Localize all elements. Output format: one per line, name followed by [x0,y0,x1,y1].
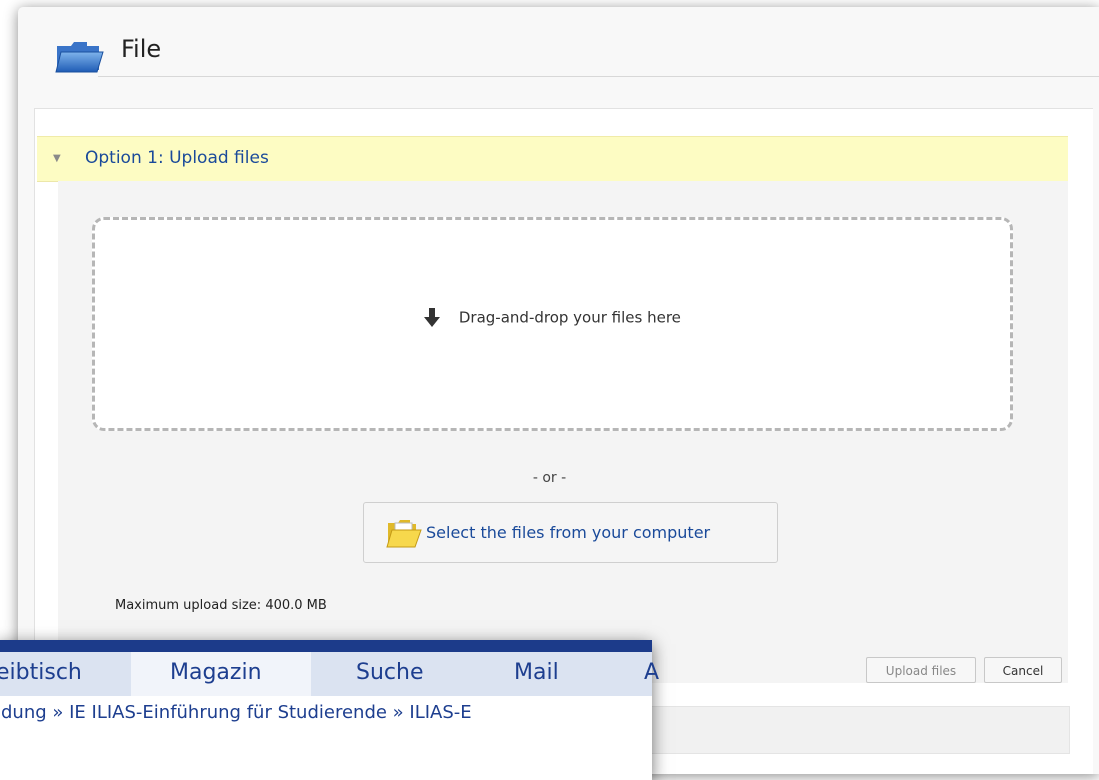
page-title: File [121,35,162,63]
download-arrow-icon [424,308,441,327]
breadcrumb[interactable]: ldung » IE ILIAS-Einführung für Studiere… [0,702,472,723]
open-folder-icon [386,520,422,548]
nav-item-mail[interactable]: Mail [514,660,559,685]
nav-item-partial[interactable]: A [644,660,659,685]
cancel-button[interactable]: Cancel [984,657,1062,683]
nav-item-magazin[interactable]: Magazin [170,660,262,685]
nav-item-schreibtisch[interactable]: eibtisch [0,660,82,685]
drop-zone-text: Drag-and-drop your files here [458,308,681,327]
footer-strip [650,706,1070,754]
nav-topbar [0,640,652,652]
select-files-button[interactable]: Select the files from your computer [363,502,778,563]
ilias-navigation-overlay: eibtisch Magazin Suche Mail A ldung » IE… [0,640,659,780]
select-files-label[interactable]: Select the files from your computer [426,523,710,542]
folder-icon [55,42,104,73]
main-nav: eibtisch Magazin Suche Mail A [0,652,659,696]
drop-zone[interactable]: Drag-and-drop your files here [92,217,1013,431]
option-1-title[interactable]: Option 1: Upload files [85,148,269,168]
title-divider [98,76,1099,77]
max-upload-size: Maximum upload size: 400.0 MB [115,598,327,613]
upload-files-button[interactable]: Upload files [866,657,976,683]
form-footer: Upload files Cancel [650,655,1068,687]
collapse-arrow-icon[interactable]: ▼ [53,153,61,164]
option-1-header[interactable]: ▼ Option 1: Upload files [37,136,1068,182]
drop-zone-content: Drag-and-drop your files here [95,308,1010,328]
or-separator: - or - [532,470,567,486]
nav-item-suche[interactable]: Suche [356,660,423,685]
